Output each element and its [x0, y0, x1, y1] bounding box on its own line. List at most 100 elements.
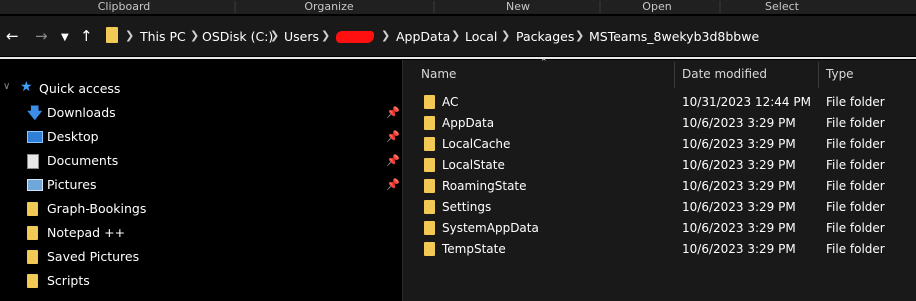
- chevron-down-icon: ▼: [61, 32, 69, 43]
- folder-icon: [424, 116, 435, 130]
- column-header-type[interactable]: Type: [826, 67, 854, 81]
- breadcrumb-osdisk[interactable]: OSDisk (C:): [202, 29, 273, 44]
- file-list: ⌃ Name Date modified Type AC 10/31/2023 …: [403, 58, 916, 301]
- forward-button[interactable]: →: [35, 28, 48, 44]
- pin-icon[interactable]: 📌: [386, 154, 400, 167]
- documents-icon: [27, 154, 39, 169]
- redacted-username: [336, 31, 374, 43]
- file-row[interactable]: RoamingState 10/6/2023 3:29 PM File fold…: [403, 176, 916, 197]
- ribbon-group-labels: Clipboard Organize New Open Select: [0, 0, 916, 14]
- sidebar-item-documents[interactable]: Documents 📌: [0, 149, 402, 173]
- sidebar-item-pictures[interactable]: Pictures 📌: [0, 173, 402, 197]
- address-bar[interactable]: ❯ This PC ❯ OSDisk (C:) ❯ Users ❯ ❯ AppD…: [100, 22, 916, 50]
- sidebar-item-label: Documents: [47, 153, 119, 168]
- ribbon-divider: [234, 1, 236, 13]
- breadcrumb-users[interactable]: Users: [284, 29, 319, 44]
- file-date: 10/6/2023 3:29 PM: [682, 221, 796, 235]
- chevron-right-icon[interactable]: ❯: [575, 29, 584, 42]
- sidebar-item-label: Saved Pictures: [47, 249, 140, 264]
- folder-icon: [27, 250, 38, 264]
- file-date: 10/6/2023 3:29 PM: [682, 200, 796, 214]
- breadcrumb-packages[interactable]: Packages: [516, 29, 574, 44]
- sidebar-item-desktop[interactable]: Desktop 📌: [0, 125, 402, 149]
- folder-icon: [424, 242, 435, 256]
- breadcrumb-msteams[interactable]: MSTeams_8wekyb3d8bbwe: [589, 29, 759, 44]
- back-button[interactable]: ←: [6, 28, 19, 44]
- ribbon-group-select: Select: [765, 0, 799, 13]
- file-date: 10/6/2023 3:29 PM: [682, 158, 796, 172]
- ribbon-divider: [433, 1, 435, 13]
- column-header-name[interactable]: Name: [421, 67, 456, 81]
- toolbar-divider: [0, 57, 916, 59]
- file-date: 10/6/2023 3:29 PM: [682, 242, 796, 256]
- sidebar-item-quick-access[interactable]: ∨ ★ Quick access: [0, 77, 402, 101]
- arrow-up-icon: ↑: [80, 27, 93, 45]
- chevron-right-icon[interactable]: ❯: [321, 29, 330, 42]
- pin-icon[interactable]: 📌: [386, 130, 400, 143]
- recent-locations-button[interactable]: ▼: [61, 30, 69, 46]
- breadcrumb-this-pc[interactable]: This PC: [140, 29, 186, 44]
- sidebar-item-label: Quick access: [39, 81, 121, 96]
- file-type: File folder: [826, 179, 885, 193]
- folder-icon: [424, 95, 435, 109]
- chevron-down-icon[interactable]: ∨: [3, 81, 10, 92]
- file-name: LocalState: [442, 158, 505, 172]
- desktop-icon: [27, 130, 43, 143]
- chevron-right-icon[interactable]: ❯: [381, 29, 390, 42]
- column-divider[interactable]: [674, 62, 675, 88]
- sidebar-item-scripts[interactable]: Scripts: [0, 269, 402, 293]
- file-row[interactable]: Settings 10/6/2023 3:29 PM File folder: [403, 197, 916, 218]
- up-button[interactable]: ↑: [80, 28, 93, 44]
- sidebar-item-label: Graph-Bookings: [47, 201, 147, 216]
- sidebar-item-notepad[interactable]: Notepad ++: [0, 221, 402, 245]
- sidebar-item-downloads[interactable]: 🡇 Downloads 📌: [0, 101, 402, 125]
- file-row[interactable]: TempState 10/6/2023 3:29 PM File folder: [403, 239, 916, 260]
- folder-icon: [27, 226, 38, 240]
- ribbon-group-clipboard: Clipboard: [97, 0, 151, 13]
- chevron-right-icon[interactable]: ❯: [270, 29, 279, 42]
- breadcrumb-local[interactable]: Local: [465, 29, 497, 44]
- ribbon-group-organize: Organize: [304, 0, 354, 13]
- chevron-right-icon[interactable]: ❯: [501, 29, 510, 42]
- ribbon-divider: [719, 1, 721, 13]
- file-date: 10/31/2023 12:44 PM: [682, 95, 811, 109]
- navigation-bar: ← → ▼ ↑ ❯ This PC ❯ OSDisk (C:) ❯ Users …: [0, 16, 916, 56]
- column-divider[interactable]: [818, 62, 819, 88]
- star-icon: ★: [20, 79, 33, 95]
- chevron-right-icon[interactable]: ❯: [451, 29, 460, 42]
- file-row[interactable]: LocalState 10/6/2023 3:29 PM File folder: [403, 155, 916, 176]
- sidebar-item-label: Scripts: [47, 273, 90, 288]
- file-row[interactable]: SystemAppData 10/6/2023 3:29 PM File fol…: [403, 218, 916, 239]
- file-type: File folder: [826, 158, 885, 172]
- file-name: SystemAppData: [442, 221, 539, 235]
- pin-icon[interactable]: 📌: [386, 106, 400, 119]
- folder-icon: [424, 200, 435, 214]
- file-date: 10/6/2023 3:29 PM: [682, 137, 796, 151]
- sidebar-item-graph-bookings[interactable]: Graph-Bookings: [0, 197, 402, 221]
- arrow-right-icon: →: [35, 27, 48, 45]
- sidebar-item-label: Desktop: [47, 129, 99, 144]
- download-icon: 🡇: [27, 104, 43, 122]
- chevron-right-icon[interactable]: ❯: [125, 29, 134, 42]
- sidebar-item-label: Pictures: [47, 177, 97, 192]
- file-name: TempState: [442, 242, 506, 256]
- folder-icon: [424, 137, 435, 151]
- folder-icon: [424, 221, 435, 235]
- pin-icon[interactable]: 📌: [386, 178, 400, 191]
- sidebar-item-saved-pictures[interactable]: Saved Pictures: [0, 245, 402, 269]
- navigation-pane: ∨ ★ Quick access 🡇 Downloads 📌 Desktop 📌…: [0, 60, 402, 301]
- folder-icon: [424, 179, 435, 193]
- chevron-right-icon[interactable]: ❯: [190, 29, 199, 42]
- file-type: File folder: [826, 242, 885, 256]
- arrow-left-icon: ←: [6, 27, 19, 45]
- file-name: LocalCache: [442, 137, 511, 151]
- file-name: RoamingState: [442, 179, 527, 193]
- column-header-date[interactable]: Date modified: [682, 67, 767, 81]
- file-name: AppData: [442, 116, 495, 130]
- file-row[interactable]: LocalCache 10/6/2023 3:29 PM File folder: [403, 134, 916, 155]
- file-row[interactable]: AC 10/31/2023 12:44 PM File folder: [403, 92, 916, 113]
- folder-icon: [27, 202, 38, 216]
- ribbon-group-new: New: [506, 0, 530, 13]
- breadcrumb-appdata[interactable]: AppData: [396, 29, 450, 44]
- file-row[interactable]: AppData 10/6/2023 3:29 PM File folder: [403, 113, 916, 134]
